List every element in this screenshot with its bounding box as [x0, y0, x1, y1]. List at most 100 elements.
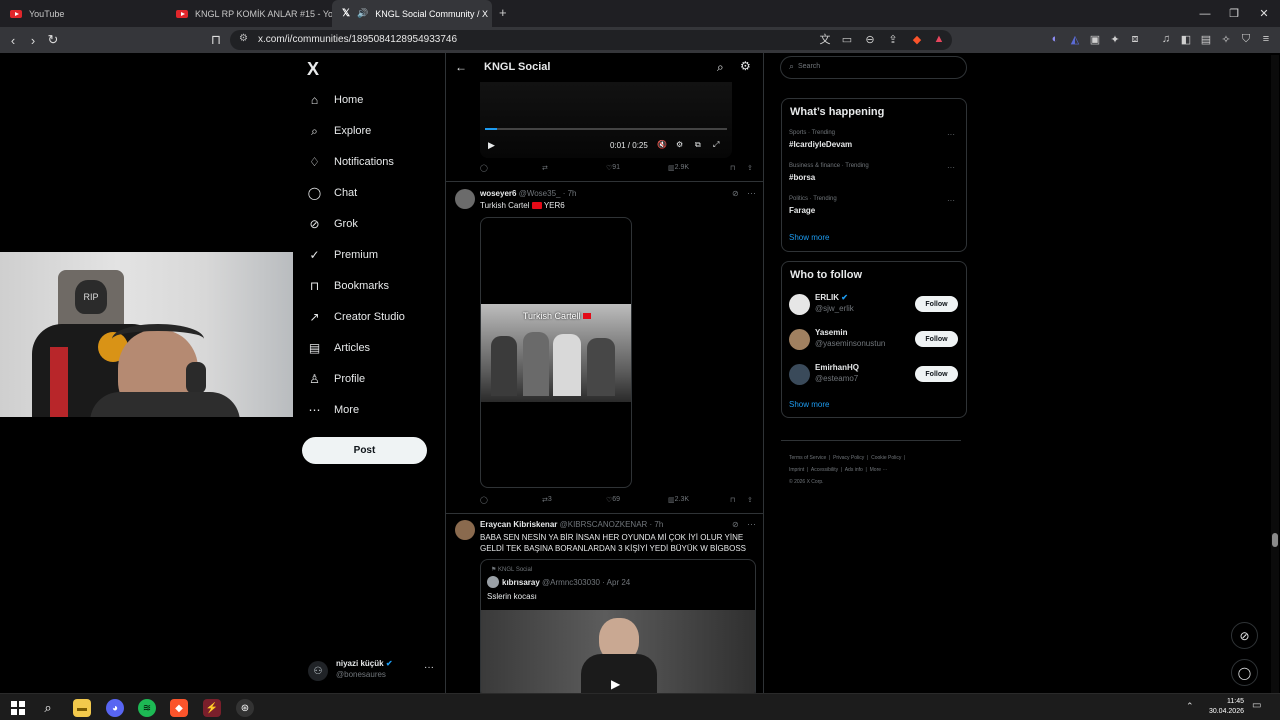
share-icon[interactable]: ⇪	[886, 32, 900, 46]
extensions-puzzle-icon[interactable]: ✦	[1108, 32, 1122, 46]
extension-icon[interactable]: ◐	[1048, 32, 1062, 46]
brave-rewards-icon[interactable]: ▲	[932, 32, 946, 46]
tab-kngl-youtube[interactable]: KNGL RP KOMİK ANLAR #15 - YouTu	[166, 0, 334, 27]
reply-icon[interactable]: ◯	[480, 164, 488, 172]
account-switcher[interactable]: ⚇ niyazi küçük ✔ @bonesaures ···	[308, 656, 438, 684]
play-icon[interactable]: ▶	[488, 140, 495, 151]
menu-icon[interactable]: ≡	[1259, 32, 1273, 46]
sidebar-item-grok[interactable]: ⊘ Grok	[308, 212, 357, 236]
zoom-icon[interactable]: ⊖	[863, 32, 877, 46]
extension-icon[interactable]: ▣	[1088, 32, 1102, 46]
quote-video[interactable]: ▶	[481, 610, 755, 693]
tab-youtube[interactable]: YouTube	[0, 0, 170, 27]
sidebar-item-notifications[interactable]: ♢ Notifications	[308, 150, 394, 174]
leo-icon[interactable]: ✧	[1219, 32, 1233, 46]
share-icon[interactable]: ⇪	[747, 164, 753, 172]
start-icon[interactable]	[9, 699, 27, 717]
extension-icon[interactable]: ◭	[1068, 32, 1082, 46]
footer-link[interactable]: Imprint	[789, 467, 804, 473]
reload-icon[interactable]: ↻	[44, 31, 62, 49]
bookmark-page-icon[interactable]: ⊓	[207, 31, 225, 49]
trend-more-icon[interactable]: ···	[947, 130, 955, 139]
x-logo[interactable]: X	[307, 59, 319, 80]
sidebar-item-creator-studio[interactable]: ↗ Creator Studio	[308, 305, 404, 329]
video-player[interactable]: ▶ 0:01 / 0:25 🔇 ⚙ ⧉ ⤢	[480, 82, 732, 158]
discord-icon[interactable]: ◕	[106, 699, 124, 717]
repost-button[interactable]: ⇄ 3	[542, 496, 552, 504]
quoted-tweet[interactable]: ⚑ KNGL Social kıbrısaray @Armnc303030 · …	[480, 559, 756, 693]
grok-icon[interactable]: ⊘	[732, 520, 739, 529]
search-icon[interactable]: ⌕	[717, 60, 724, 75]
follow-button[interactable]: Follow	[915, 366, 958, 382]
bookmark-icon[interactable]: ⊓	[730, 496, 735, 504]
footer-link[interactable]: More ···	[870, 467, 888, 473]
footer-link[interactable]: Ads info	[845, 467, 863, 473]
tweet-author[interactable]: Eraycan Kibriskenar @KIBRSCANOZKENAR · 7…	[480, 520, 663, 529]
footer-link[interactable]: Cookie Policy	[871, 455, 901, 461]
trend-item[interactable]: Sports · Trending #IcardiyleDevam ···	[789, 130, 959, 158]
play-icon[interactable]: ▶	[611, 677, 620, 691]
grok-icon[interactable]: ⊘	[732, 189, 739, 198]
footer-link[interactable]: Terms of Service	[789, 455, 826, 461]
grok-float-icon[interactable]: ⊘	[1231, 622, 1258, 649]
close-window-button[interactable]: ✕	[1248, 0, 1280, 27]
views-button[interactable]: ▥ 2.3K	[668, 496, 689, 504]
file-explorer-icon[interactable]: ▬	[73, 699, 91, 717]
search-input[interactable]: ⌕ Search	[780, 56, 967, 79]
sidebar-item-premium[interactable]: ✓ Premium	[308, 243, 378, 267]
notification-icon[interactable]: ▭	[1252, 700, 1261, 711]
share-icon[interactable]: ⇪	[747, 496, 753, 504]
app-icon[interactable]: ⊛	[236, 699, 254, 717]
site-settings-icon[interactable]: ⚙	[239, 33, 248, 44]
more-options-icon[interactable]: ···	[747, 188, 756, 198]
avatar[interactable]	[455, 520, 475, 540]
tray-chevron-icon[interactable]: ⌃	[1186, 701, 1194, 712]
page-scrollbar[interactable]	[1271, 55, 1279, 693]
translate-icon[interactable]: 文	[818, 32, 832, 46]
vpn-icon[interactable]: ⛉	[1239, 32, 1253, 46]
maximize-button[interactable]: ❐	[1218, 0, 1250, 27]
post-button[interactable]: Post	[302, 437, 427, 464]
fullscreen-icon[interactable]: ⤢	[713, 140, 719, 150]
bookmark-icon[interactable]: ⊓	[730, 164, 735, 172]
app-icon[interactable]: ⚡	[203, 699, 221, 717]
scrollbar-thumb[interactable]	[1272, 533, 1278, 547]
repost-icon[interactable]: ⇄	[542, 164, 548, 172]
wallet-icon[interactable]: ▤	[1199, 32, 1213, 46]
screenshot-icon[interactable]: ⧈	[1128, 32, 1142, 46]
sidebar-icon[interactable]: ◧	[1179, 32, 1193, 46]
tweet-video[interactable]: Turkish Cartell	[480, 217, 632, 488]
avatar[interactable]	[455, 189, 475, 209]
reply-icon[interactable]: ◯	[480, 496, 488, 504]
trend-more-icon[interactable]: ···	[947, 196, 955, 205]
media-icon[interactable]: ♫	[1159, 32, 1173, 46]
pip-icon[interactable]: ⧉	[695, 140, 701, 150]
search-icon[interactable]: ⌕	[39, 699, 57, 717]
settings-icon[interactable]: ⚙	[740, 59, 751, 73]
footer-link[interactable]: Accessibility	[811, 467, 838, 473]
sidebar-item-bookmarks[interactable]: ⊓ Bookmarks	[308, 274, 389, 298]
brave-icon[interactable]: ◆	[170, 699, 188, 717]
trend-item[interactable]: Politics · Trending Farage ···	[789, 196, 959, 224]
more-options-icon[interactable]: ···	[747, 519, 756, 529]
sidebar-item-articles[interactable]: ▤ Articles	[308, 336, 370, 360]
messages-float-icon[interactable]: ◯	[1231, 659, 1258, 686]
tab-kngl-social[interactable]: 𝕏 🔊 KNGL Social Community / X ✕	[332, 0, 492, 27]
video-progress-track[interactable]	[485, 128, 727, 130]
like-button[interactable]: ♡ 69	[606, 496, 620, 504]
forward-icon[interactable]: ›	[24, 31, 42, 49]
spotify-icon[interactable]: ≋	[138, 699, 156, 717]
account-menu-icon[interactable]: ···	[424, 662, 434, 673]
sidebar-item-profile[interactable]: ♙ Profile	[308, 367, 365, 391]
sidebar-item-chat[interactable]: ◯ Chat	[308, 181, 357, 205]
tweet-author[interactable]: woseyer6 @Wose35_ · 7h	[480, 189, 577, 198]
sidebar-item-explore[interactable]: ⌕ Explore	[308, 119, 371, 143]
minimize-button[interactable]: —	[1189, 0, 1221, 27]
like-button[interactable]: ♡ 91	[606, 164, 620, 172]
video-settings-icon[interactable]: ⚙	[676, 140, 683, 149]
audio-icon[interactable]: 🔊	[357, 8, 368, 19]
follow-button[interactable]: Follow	[915, 331, 958, 347]
sidebar-item-home[interactable]: ⌂ Home	[308, 88, 363, 112]
sidebar-item-more[interactable]: ⋯ More	[308, 398, 360, 422]
trend-item[interactable]: Business & finance · Trending #borsa ···	[789, 163, 959, 191]
